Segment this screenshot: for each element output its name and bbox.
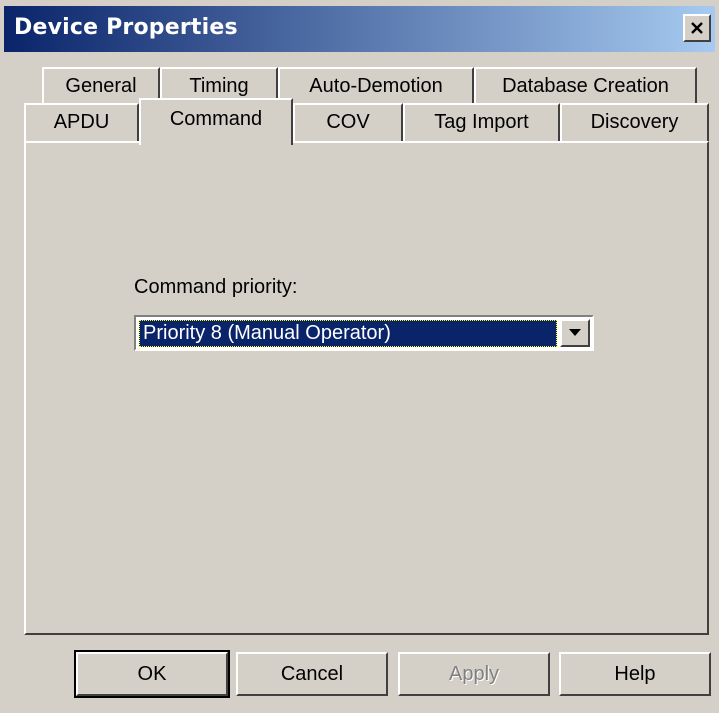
tab-apdu[interactable]: APDU bbox=[24, 103, 139, 143]
close-icon bbox=[691, 22, 703, 34]
window-title: Device Properties bbox=[14, 15, 238, 40]
tab-label: COV bbox=[326, 111, 370, 133]
chevron-down-icon bbox=[569, 329, 581, 336]
command-priority-select[interactable]: Priority 8 (Manual Operator) bbox=[134, 315, 594, 351]
tab-discovery[interactable]: Discovery bbox=[560, 103, 709, 143]
tab-label: Command bbox=[169, 108, 263, 130]
tab-label: Discovery bbox=[590, 111, 679, 133]
apply-button[interactable]: Apply bbox=[398, 652, 550, 696]
ok-button[interactable]: OK bbox=[74, 650, 230, 698]
help-button[interactable]: Help bbox=[559, 652, 711, 696]
tab-command[interactable]: Command bbox=[139, 98, 293, 145]
tab-cov[interactable]: COV bbox=[293, 103, 403, 143]
tab-label: Database Creation bbox=[502, 75, 669, 97]
title-bar[interactable]: Device Properties bbox=[4, 6, 715, 52]
command-priority-value[interactable]: Priority 8 (Manual Operator) bbox=[139, 320, 557, 347]
tab-label: General bbox=[65, 75, 137, 97]
tab-label: Auto-Demotion bbox=[309, 75, 443, 97]
device-properties-dialog: Device Properties General Timing Auto-De… bbox=[0, 0, 719, 713]
cancel-button[interactable]: Cancel bbox=[236, 652, 388, 696]
close-button[interactable] bbox=[683, 14, 711, 42]
priority-dropdown-button[interactable] bbox=[560, 319, 590, 347]
tab-auto-demotion[interactable]: Auto-Demotion bbox=[278, 67, 474, 103]
tab-database-creation[interactable]: Database Creation bbox=[474, 67, 697, 103]
tab-label: APDU bbox=[53, 111, 110, 133]
tab-panel-command bbox=[24, 141, 709, 635]
tab-tag-import[interactable]: Tag Import bbox=[403, 103, 560, 143]
tab-label: Timing bbox=[189, 75, 249, 97]
command-priority-label: Command priority: bbox=[134, 276, 298, 298]
tab-label: Tag Import bbox=[434, 111, 529, 133]
